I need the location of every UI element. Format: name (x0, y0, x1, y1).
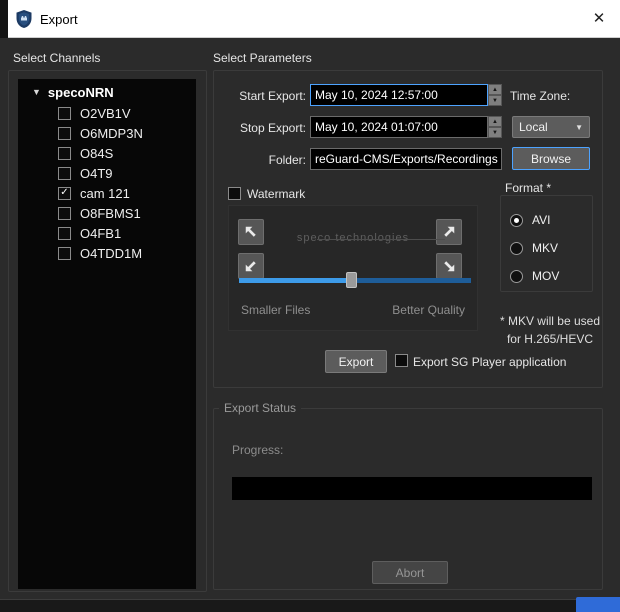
mkv-radio-label: MKV (532, 241, 559, 255)
export-button[interactable]: Export (325, 350, 387, 373)
chevron-down-icon: ▼ (575, 122, 583, 132)
channel-checkbox[interactable] (58, 126, 71, 140)
arrow-down-left-icon (245, 261, 256, 272)
channel-checkbox[interactable] (58, 246, 71, 260)
channel-row[interactable]: ✓ cam 121 (58, 183, 190, 203)
background-window-edge (0, 0, 8, 38)
start-export-label: Start Export: (239, 89, 306, 103)
channel-checkbox[interactable] (58, 226, 71, 240)
close-icon: ✕ (592, 10, 606, 27)
avi-radio-label: AVI (532, 213, 551, 227)
channel-checkbox[interactable] (58, 166, 71, 180)
timezone-value: Local (519, 120, 548, 134)
title-bar (8, 0, 620, 38)
spin-down-button[interactable]: ▼ (488, 95, 502, 106)
start-export-input[interactable]: May 10, 2024 12:57:00 (310, 84, 488, 106)
folder-input[interactable]: reGuard-CMS/Exports/Recordings (310, 148, 502, 170)
stop-export-label: Stop Export: (239, 121, 306, 135)
format-heading: Format * (505, 181, 552, 195)
channel-label: cam 121 (80, 185, 130, 201)
channel-checkbox[interactable] (58, 106, 71, 120)
select-parameters-heading: Select Parameters (213, 51, 312, 65)
channel-label: O84S (80, 145, 114, 161)
watermark-preview-text: speco technologies (296, 232, 410, 244)
arrow-down-right-icon (444, 261, 455, 272)
screen: Export ✕ Select Channels Select Paramete… (0, 0, 620, 612)
watermark-checkbox[interactable] (228, 187, 241, 200)
watermark-position-bottom-right-button[interactable] (436, 253, 462, 279)
channel-label: O8FBMS1 (80, 205, 141, 221)
spin-up-button[interactable]: ▲ (488, 116, 502, 127)
stop-export-spinner: ▲ ▼ (488, 116, 502, 138)
channel-label: O4T9 (80, 165, 113, 181)
quality-slider-handle[interactable] (346, 272, 357, 288)
mov-radio-label: MOV (532, 269, 560, 283)
spin-up-button[interactable]: ▲ (488, 84, 502, 95)
tree-root-label: specoNRN (47, 84, 114, 100)
channel-row[interactable]: O84S (58, 143, 190, 163)
tree-expander-icon[interactable]: ▼ (32, 87, 41, 97)
timezone-select[interactable]: Local ▼ (512, 116, 590, 138)
abort-button[interactable]: Abort (372, 561, 448, 584)
sg-player-label: Export SG Player application (413, 355, 567, 369)
watermark-preview-panel: speco technologies Smaller Files Better … (228, 205, 478, 331)
smaller-files-label: Smaller Files (241, 303, 311, 317)
spin-down-icon: ▼ (492, 129, 498, 136)
format-note-line2: for H.265/HEVC (506, 332, 594, 346)
close-button[interactable]: ✕ (584, 6, 614, 32)
mov-radio[interactable] (510, 269, 523, 283)
channel-label: O6MDP3N (80, 125, 143, 141)
folder-label: Folder: (268, 153, 306, 167)
channel-row[interactable]: O8FBMS1 (58, 203, 190, 223)
channel-row[interactable]: O4TDD1M (58, 243, 190, 263)
app-shield-icon (16, 10, 32, 28)
time-zone-label: Time Zone: (510, 89, 571, 103)
channel-checkbox[interactable] (58, 206, 71, 220)
avi-radio[interactable] (510, 213, 523, 227)
channel-row[interactable]: O6MDP3N (58, 123, 190, 143)
stop-export-input[interactable]: May 10, 2024 01:07:00 (310, 116, 488, 138)
progress-label: Progress: (232, 443, 284, 457)
channel-row[interactable]: O4FB1 (58, 223, 190, 243)
watermark-swoosh (317, 239, 445, 240)
channel-label: O4TDD1M (80, 245, 143, 261)
channel-row[interactable]: O4T9 (58, 163, 190, 183)
spin-down-button[interactable]: ▼ (488, 127, 502, 138)
mkv-radio[interactable] (510, 241, 523, 255)
channel-checkbox[interactable] (58, 146, 71, 160)
select-channels-heading: Select Channels (13, 51, 101, 65)
check-icon: ✓ (60, 187, 69, 198)
format-option-mov[interactable]: MOV (510, 269, 559, 283)
tree-node-root[interactable]: ▼ specoNRN (32, 83, 114, 101)
channel-row[interactable]: O2VB1V (58, 103, 190, 123)
watermark-position-bottom-left-button[interactable] (238, 253, 264, 279)
format-option-avi[interactable]: AVI (510, 213, 550, 227)
sg-player-checkbox[interactable] (395, 354, 408, 367)
spin-up-icon: ▲ (492, 86, 498, 93)
format-option-mkv[interactable]: MKV (510, 241, 558, 255)
browse-button[interactable]: Browse (512, 147, 590, 170)
background-blue-button[interactable] (576, 597, 620, 612)
progress-bar (232, 477, 592, 500)
format-note-line1: * MKV will be used (499, 314, 601, 328)
spin-down-icon: ▼ (492, 97, 498, 104)
start-export-spinner: ▲ ▼ (488, 84, 502, 106)
watermark-label: Watermark (247, 187, 306, 201)
format-groupbox: AVI MKV MOV (500, 195, 593, 292)
quality-slider-fill (239, 278, 351, 283)
window-title: Export (40, 12, 78, 27)
channel-label: O4FB1 (80, 225, 122, 241)
export-status-heading: Export Status (219, 401, 302, 415)
channel-checkbox-checked[interactable]: ✓ (58, 186, 71, 200)
spin-up-icon: ▲ (492, 118, 498, 125)
better-quality-label: Better Quality (392, 303, 465, 317)
channel-label: O2VB1V (80, 105, 131, 121)
